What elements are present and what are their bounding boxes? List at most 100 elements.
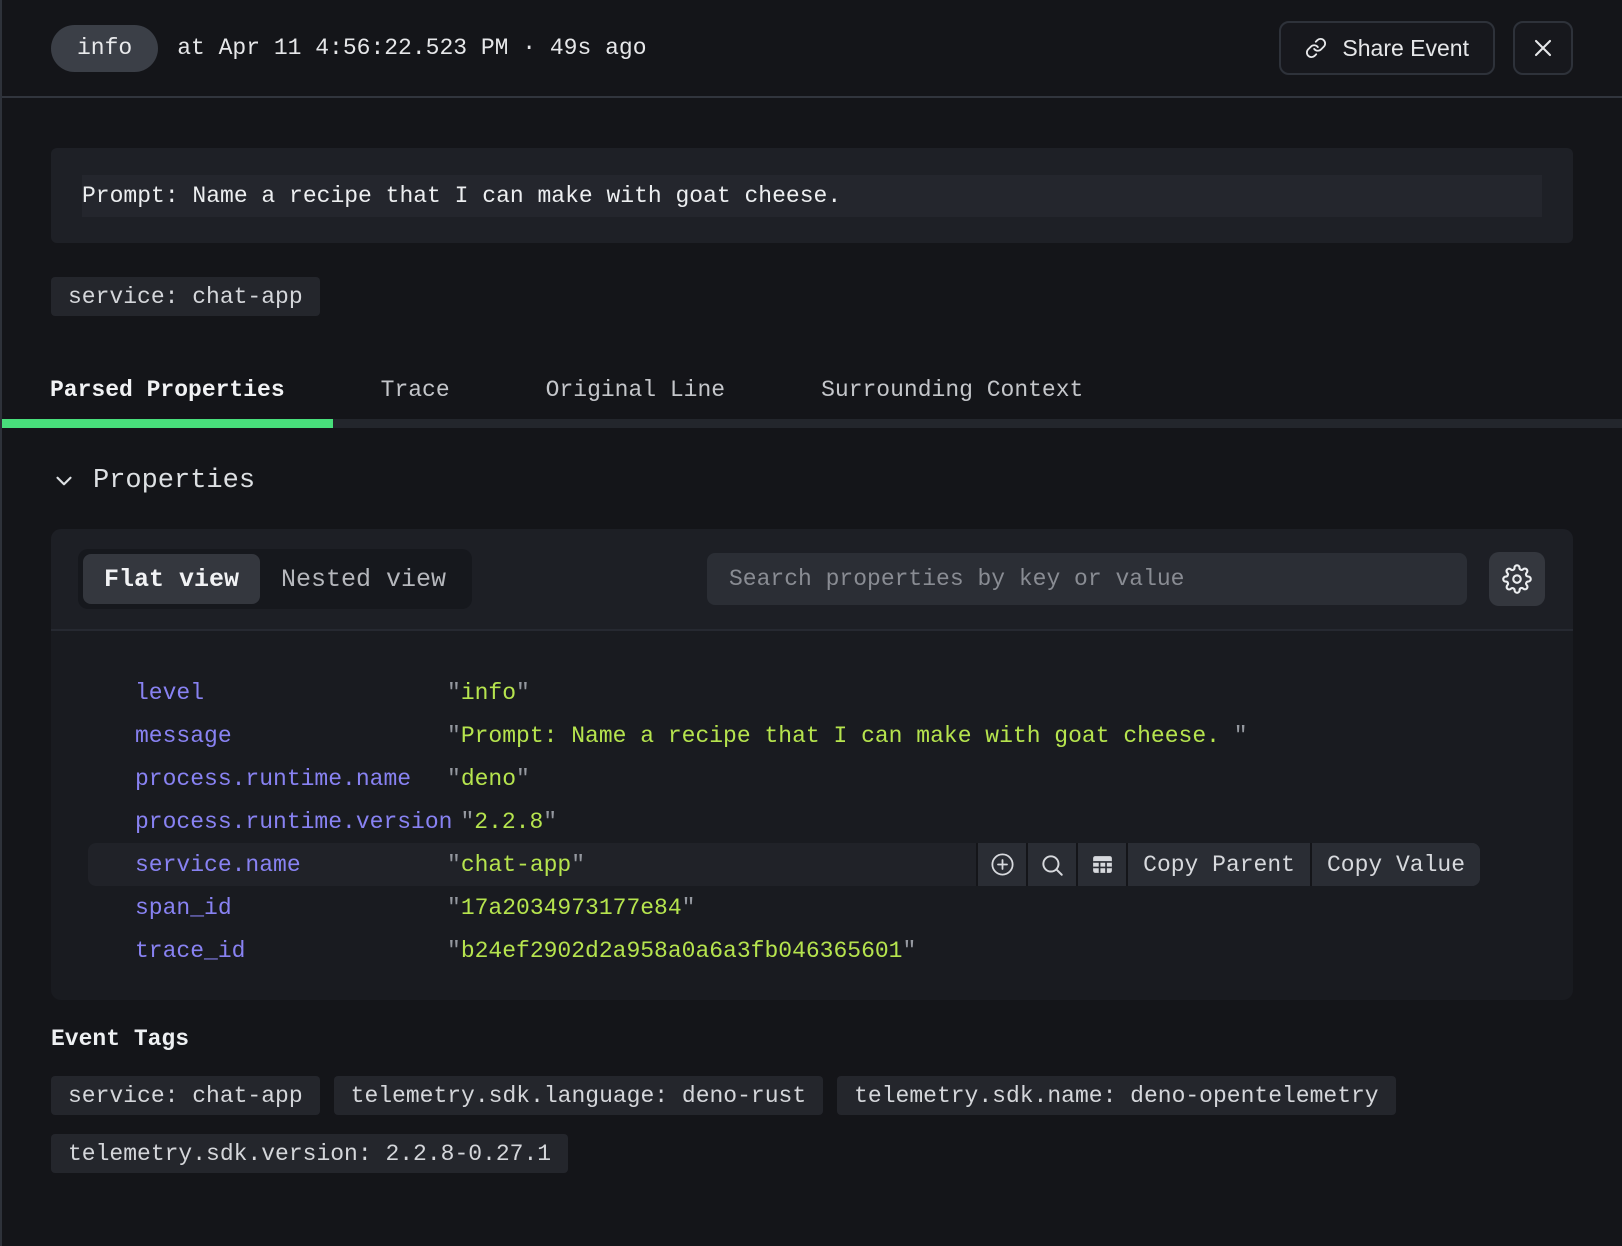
property-key: process.runtime.version	[135, 809, 460, 835]
close-icon	[1529, 34, 1557, 62]
event-tag-label: telemetry.sdk.version: 2.2.8-0.27.1	[68, 1141, 551, 1167]
row-action-bar: Copy Parent Copy Value	[976, 843, 1480, 886]
properties-section-header[interactable]: Properties	[51, 466, 1573, 496]
gear-icon	[1502, 564, 1532, 594]
view-toggle-group: Flat view Nested view	[78, 549, 472, 609]
value-text: Prompt: Name a recipe that I can make wi…	[461, 723, 1234, 749]
search-value-button[interactable]	[1026, 843, 1076, 886]
share-event-button[interactable]: Share Event	[1279, 21, 1495, 75]
open-quote: "	[447, 766, 461, 792]
event-tag[interactable]: service: chat-app	[51, 1076, 320, 1115]
close-quote: "	[516, 680, 530, 706]
tab-trace[interactable]: Trace	[333, 352, 498, 428]
event-tags-title: Event Tags	[51, 1026, 1573, 1052]
event-tag[interactable]: telemetry.sdk.name: deno-opentelemetry	[837, 1076, 1396, 1115]
settings-button[interactable]	[1489, 552, 1545, 606]
property-value: "deno"	[447, 766, 530, 792]
event-tags-grid: service: chat-app telemetry.sdk.language…	[51, 1076, 1451, 1173]
tab-original-line[interactable]: Original Line	[498, 352, 773, 428]
property-key: process.runtime.name	[135, 766, 447, 792]
value-text: deno	[461, 766, 516, 792]
property-value: "b24ef2902d2a958a0a6a3fb046365601"	[447, 938, 916, 964]
add-filter-button[interactable]	[976, 843, 1026, 886]
close-quote: "	[1234, 723, 1248, 749]
event-tag-label: service: chat-app	[68, 1083, 303, 1109]
level-badge: info	[51, 25, 158, 72]
copy-value-button[interactable]: Copy Value	[1310, 843, 1480, 886]
close-quote: "	[682, 895, 696, 921]
table-row[interactable]: span_id "17a2034973177e84"	[88, 886, 1480, 929]
table-row[interactable]: message "Prompt: Name a recipe that I ca…	[88, 714, 1480, 757]
property-value: "Prompt: Name a recipe that I can make w…	[447, 723, 1248, 749]
copy-parent-label: Copy Parent	[1143, 852, 1295, 878]
table-row-selected[interactable]: service.name "chat-app"	[88, 843, 1480, 886]
search-icon	[1039, 852, 1065, 878]
value-text: b24ef2902d2a958a0a6a3fb046365601	[461, 938, 903, 964]
close-quote: "	[516, 766, 530, 792]
event-tags-section: Event Tags service: chat-app telemetry.s…	[51, 1026, 1573, 1173]
close-quote: "	[902, 938, 916, 964]
open-quote: "	[447, 680, 461, 706]
table-row[interactable]: trace_id "b24ef2902d2a958a0a6a3fb0463656…	[88, 929, 1480, 972]
event-message-box: Prompt: Name a recipe that I can make wi…	[51, 148, 1573, 243]
share-event-label: Share Event	[1342, 35, 1469, 62]
service-tag[interactable]: service: chat-app	[51, 277, 320, 316]
open-quote: "	[460, 809, 474, 835]
property-key: service.name	[135, 852, 447, 878]
tab-bar: Parsed Properties Trace Original Line Su…	[2, 352, 1622, 428]
table-row[interactable]: process.runtime.version "2.2.8"	[88, 800, 1480, 843]
property-value: "2.2.8"	[460, 809, 557, 835]
tab-label: Trace	[381, 377, 450, 403]
plus-circle-icon	[989, 851, 1016, 878]
nested-view-label: Nested view	[281, 565, 446, 594]
properties-search-input[interactable]	[707, 553, 1467, 605]
link-icon	[1305, 37, 1327, 59]
table-icon	[1090, 852, 1115, 877]
event-tag[interactable]: telemetry.sdk.version: 2.2.8-0.27.1	[51, 1134, 568, 1173]
close-button[interactable]	[1513, 21, 1573, 75]
value-text: chat-app	[461, 852, 571, 878]
property-key: trace_id	[135, 938, 447, 964]
property-key: span_id	[135, 895, 447, 921]
event-detail-body: Prompt: Name a recipe that I can make wi…	[2, 148, 1622, 1173]
open-quote: "	[447, 723, 461, 749]
copy-parent-button[interactable]: Copy Parent	[1126, 843, 1310, 886]
table-row[interactable]: process.runtime.name "deno"	[88, 757, 1480, 800]
open-quote: "	[447, 852, 461, 878]
tab-parsed-properties[interactable]: Parsed Properties	[2, 352, 333, 428]
level-badge-label: info	[77, 35, 132, 61]
tab-label: Surrounding Context	[821, 377, 1083, 403]
event-tag-label: telemetry.sdk.language: deno-rust	[351, 1083, 806, 1109]
open-quote: "	[447, 938, 461, 964]
value-text: 2.2.8	[474, 809, 543, 835]
header-actions: Share Event	[1279, 21, 1573, 75]
nested-view-button[interactable]: Nested view	[260, 554, 467, 604]
close-quote: "	[571, 852, 585, 878]
table-row[interactable]: level "info"	[88, 671, 1480, 714]
flat-view-label: Flat view	[104, 565, 239, 594]
property-key: message	[135, 723, 447, 749]
service-tag-label: service: chat-app	[68, 284, 303, 310]
properties-toolbar: Flat view Nested view	[51, 529, 1573, 631]
event-tag[interactable]: telemetry.sdk.language: deno-rust	[334, 1076, 823, 1115]
tab-surrounding-context[interactable]: Surrounding Context	[773, 352, 1131, 428]
property-key: level	[135, 680, 447, 706]
event-timestamp: at Apr 11 4:56:22.523 PM · 49s ago	[177, 35, 646, 61]
property-value: "chat-app"	[447, 852, 585, 878]
tab-label: Parsed Properties	[50, 377, 285, 403]
properties-section-title: Properties	[93, 466, 255, 496]
close-quote: "	[543, 809, 557, 835]
property-list: level "info" message "Prompt: Name a rec…	[51, 631, 1573, 1000]
properties-panel: Flat view Nested view level "info"	[51, 529, 1573, 1000]
property-value: "info"	[447, 680, 530, 706]
event-message-text: Prompt: Name a recipe that I can make wi…	[82, 175, 1542, 217]
chevron-down-icon	[51, 468, 77, 494]
flat-view-button[interactable]: Flat view	[83, 554, 260, 604]
value-text: info	[461, 680, 516, 706]
add-column-button[interactable]	[1076, 843, 1126, 886]
copy-value-label: Copy Value	[1327, 852, 1465, 878]
event-header: info at Apr 11 4:56:22.523 PM · 49s ago …	[2, 0, 1622, 98]
open-quote: "	[447, 895, 461, 921]
property-value: "17a2034973177e84"	[447, 895, 695, 921]
tab-label: Original Line	[546, 377, 725, 403]
